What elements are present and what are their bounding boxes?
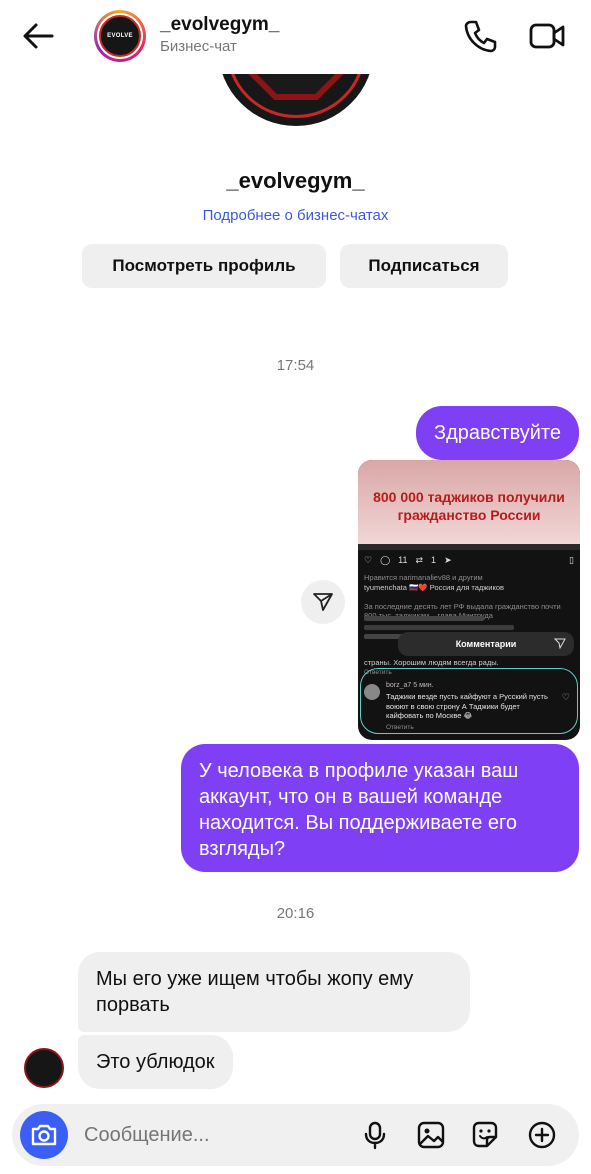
post-headline: 800 000 таджиков получили гражданство Ро… — [373, 489, 565, 523]
send-icon: ➤ — [444, 554, 452, 565]
image-icon[interactable] — [416, 1120, 446, 1150]
microphone-icon[interactable] — [360, 1120, 390, 1150]
sticker-icon[interactable] — [470, 1120, 500, 1150]
send-icon — [554, 638, 566, 649]
header-username[interactable]: _evolvegym_ — [160, 14, 279, 36]
avatar-logo-text: EVOLVE — [107, 33, 133, 39]
phone-icon[interactable] — [462, 18, 498, 54]
sender-avatar[interactable] — [24, 1048, 64, 1088]
plus-circle-icon[interactable] — [527, 1120, 557, 1150]
comments-title: Комментарии — [455, 639, 517, 649]
follow-button[interactable]: Подписаться — [340, 244, 508, 288]
chat-header: EVOLVE _evolvegym_ Бизнес-чат — [0, 0, 591, 74]
share-button[interactable] — [301, 580, 345, 624]
heart-icon: ♡ — [561, 692, 570, 702]
timestamp: 17:54 — [276, 357, 315, 374]
heart-icon: ♡ — [364, 554, 373, 565]
outgoing-message[interactable]: Здравствуйте — [416, 406, 579, 460]
comments-sheet-header: Комментарии — [398, 632, 574, 656]
bookmark-icon: ▯ — [569, 554, 574, 565]
incoming-message[interactable]: Мы его уже ищем чтобы жопу ему порвать — [78, 952, 470, 1032]
comment-icon: ◯ — [380, 554, 391, 565]
commenter-meta: borz_a7 5 мин. — [386, 682, 434, 689]
reposts-count: 1 — [431, 555, 437, 565]
profile-name: _evolvegym_ — [226, 168, 365, 193]
view-profile-button[interactable]: Посмотреть профиль — [82, 244, 326, 288]
send-icon — [313, 593, 333, 611]
video-camera-icon[interactable] — [528, 18, 566, 54]
message-input[interactable] — [84, 1124, 344, 1147]
business-chat-info-link[interactable]: Подробнее о бизнес-чатах — [0, 207, 591, 224]
camera-button[interactable] — [20, 1111, 68, 1159]
comment-blurred-tail: страны. Хорошим людям всегда рады. — [364, 658, 499, 667]
repost-icon: ⇄ — [415, 554, 424, 565]
commenter-username: borz_a7 — [386, 682, 412, 689]
camera-icon — [31, 1124, 57, 1146]
post-likes: Нравится narimanaliev88 и другим — [364, 573, 483, 582]
timestamp: 20:16 — [276, 905, 315, 922]
message-composer — [12, 1104, 579, 1166]
outgoing-message[interactable]: У человека в профиле указан ваш аккаунт,… — [181, 744, 579, 872]
shared-post-screenshot[interactable]: 800 000 таджиков получили гражданство Ро… — [358, 460, 580, 740]
header-avatar[interactable]: EVOLVE — [94, 10, 146, 62]
commenter-avatar — [364, 684, 380, 700]
comment-time: 5 мин. — [413, 682, 434, 689]
back-arrow-icon[interactable] — [20, 18, 56, 54]
post-actions-row: ♡ ◯ 11 ⇄ 1 ➤ ▯ — [364, 552, 574, 568]
comment-reply-button: Ответить — [386, 724, 414, 731]
comment-text: Таджики везде пусть кайфуют а Русский пу… — [386, 692, 548, 720]
comments-count: 11 — [398, 555, 408, 565]
incoming-message[interactable]: Это ублюдок — [78, 1035, 233, 1089]
post-caption: tyumenchata 🇷🇺❤️ Россия для таджиков — [364, 583, 504, 592]
header-subtitle: Бизнес-чат — [160, 38, 237, 55]
